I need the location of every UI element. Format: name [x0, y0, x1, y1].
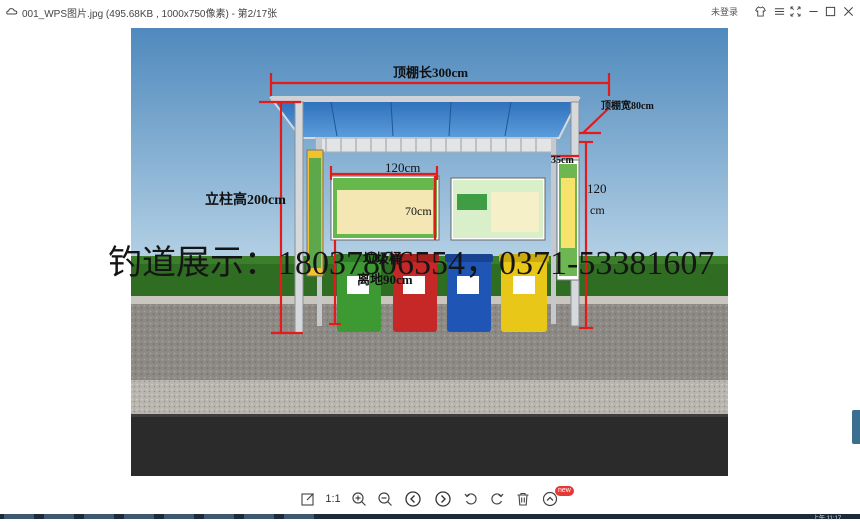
fullscreen-icon[interactable] [787, 3, 803, 19]
actual-size-label: 1:1 [325, 493, 341, 505]
delete-icon[interactable] [514, 490, 532, 508]
taskbar-item[interactable] [4, 514, 34, 519]
taskbar-clock: 上午 11:17 [813, 516, 842, 522]
next-icon[interactable] [434, 490, 452, 508]
rotate-right-icon[interactable] [488, 490, 506, 508]
window-title: 001_WPS图片.jpg (495.68KB , 1000x750像素) - … [22, 9, 278, 20]
taskbar-item[interactable] [244, 514, 274, 519]
taskbar-item[interactable] [84, 514, 114, 519]
zoom-in-icon[interactable] [350, 490, 368, 508]
cloud-app-icon [6, 8, 18, 15]
roof-width-label: 顶棚宽80cm [601, 101, 654, 112]
menu-icon[interactable] [771, 3, 787, 19]
actual-size-button[interactable]: 1:1 [324, 490, 342, 508]
column-height-label: 立柱高200cm [205, 193, 286, 208]
maximize-icon[interactable] [822, 3, 838, 19]
taskbar-item[interactable] [124, 514, 154, 519]
zoom-out-icon[interactable] [376, 490, 394, 508]
watermark-text: 钓道展示：18037806554，0371-53381607 [108, 245, 715, 282]
taskbar-item[interactable] [44, 514, 74, 519]
taskbar-item[interactable] [284, 514, 314, 519]
side-panel-height-label: 120 [587, 181, 607, 196]
minimize-icon[interactable] [805, 3, 821, 19]
bottom-toolbar: 1:1 [0, 484, 860, 514]
close-icon[interactable] [840, 3, 856, 19]
side-panel-handle[interactable] [852, 410, 860, 444]
side-panel-unit-label: cm [590, 203, 605, 217]
title-bar: 001_WPS图片.jpg (495.68KB , 1000x750像素) - … [0, 0, 860, 22]
shirt-icon[interactable] [752, 3, 768, 19]
new-badge: new [555, 486, 574, 496]
prev-icon[interactable] [404, 490, 422, 508]
taskbar-item[interactable] [164, 514, 194, 519]
board-width-label: 120cm [385, 160, 421, 175]
side-depth-label: 35cm [551, 155, 574, 166]
rotate-left-icon[interactable] [462, 490, 480, 508]
taskbar-item[interactable] [204, 514, 234, 519]
edit-icon[interactable] [299, 490, 317, 508]
board-height-label: 70cm [405, 204, 432, 218]
login-link[interactable]: 未登录 [711, 5, 738, 18]
roof-length-label: 顶棚长300cm [393, 65, 469, 80]
